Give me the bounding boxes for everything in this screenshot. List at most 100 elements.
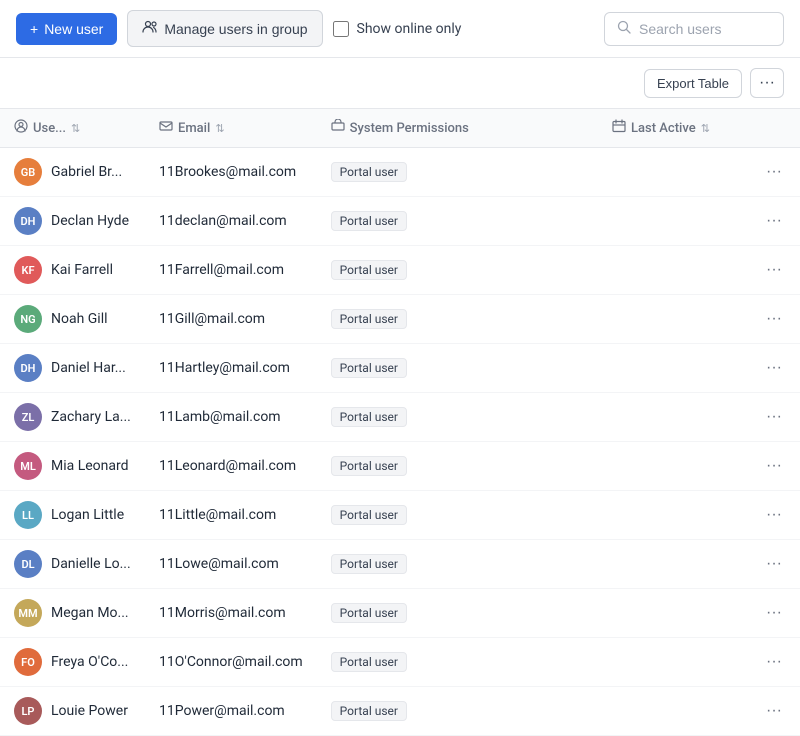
email-cell: 11Hartley@mail.com xyxy=(145,344,317,393)
col-permissions-label: System Permissions xyxy=(350,121,469,136)
email-cell: 11O'Connor@mail.com xyxy=(145,638,317,687)
email-cell: 11Little@mail.com xyxy=(145,491,317,540)
last-active-cell xyxy=(598,393,748,442)
permission-cell: Portal user xyxy=(317,589,598,638)
table-row: NG Noah Gill 11Gill@mail.com Portal user… xyxy=(0,295,800,344)
email-cell: 11Lamb@mail.com xyxy=(145,393,317,442)
new-user-label: New user xyxy=(44,21,103,37)
last-active-cell xyxy=(598,246,748,295)
avatar: ML xyxy=(14,452,42,480)
permission-badge: Portal user xyxy=(331,358,407,378)
manage-group-button[interactable]: Manage users in group xyxy=(127,10,322,47)
user-cell: LP Louie Power xyxy=(0,687,145,736)
user-name: Declan Hyde xyxy=(51,213,129,229)
actions-cell: ··· xyxy=(748,197,800,246)
table-row: MM Megan Mo... 11Morris@mail.com Portal … xyxy=(0,589,800,638)
avatar: LP xyxy=(14,697,42,725)
col-header-permissions[interactable]: System Permissions xyxy=(317,109,598,148)
new-user-button[interactable]: + New user xyxy=(16,13,117,45)
col-last-active-label: Last Active xyxy=(631,121,696,136)
user-cell: DH Declan Hyde xyxy=(0,197,145,246)
row-more-button[interactable]: ··· xyxy=(762,455,786,477)
col-header-user[interactable]: Use... ⇅ xyxy=(0,109,145,148)
user-cell: LL Logan Little xyxy=(0,491,145,540)
col-header-email[interactable]: Email ⇅ xyxy=(145,109,317,148)
permission-cell: Portal user xyxy=(317,197,598,246)
permission-cell: Portal user xyxy=(317,344,598,393)
permission-cell: Portal user xyxy=(317,246,598,295)
row-more-button[interactable]: ··· xyxy=(762,504,786,526)
permission-badge: Portal user xyxy=(331,652,407,672)
user-name: Noah Gill xyxy=(51,311,108,327)
permission-cell: Portal user xyxy=(317,638,598,687)
actions-cell: ··· xyxy=(748,393,800,442)
permission-cell: Portal user xyxy=(317,540,598,589)
user-name: Daniel Har... xyxy=(51,360,126,376)
user-cell: GB Gabriel Br... xyxy=(0,148,145,197)
row-more-button[interactable]: ··· xyxy=(762,700,786,722)
row-more-button[interactable]: ··· xyxy=(762,161,786,183)
permission-badge: Portal user xyxy=(331,211,407,231)
permission-badge: Portal user xyxy=(331,505,407,525)
table-row: LL Logan Little 11Little@mail.com Portal… xyxy=(0,491,800,540)
table-row: KF Kai Farrell 11Farrell@mail.com Portal… xyxy=(0,246,800,295)
export-table-button[interactable]: Export Table xyxy=(644,69,742,98)
actions-cell: ··· xyxy=(748,491,800,540)
user-cell: ZL Zachary La... xyxy=(0,393,145,442)
table-row: ZL Zachary La... 11Lamb@mail.com Portal … xyxy=(0,393,800,442)
row-more-button[interactable]: ··· xyxy=(762,651,786,673)
permission-cell: Portal user xyxy=(317,491,598,540)
permission-badge: Portal user xyxy=(331,554,407,574)
row-more-button[interactable]: ··· xyxy=(762,406,786,428)
email-cell: 11Gill@mail.com xyxy=(145,295,317,344)
permission-badge: Portal user xyxy=(331,407,407,427)
actions-cell: ··· xyxy=(748,344,800,393)
last-active-sort-icon: ⇅ xyxy=(701,122,710,135)
row-more-button[interactable]: ··· xyxy=(762,553,786,575)
avatar: MM xyxy=(14,599,42,627)
manage-group-label: Manage users in group xyxy=(164,21,307,37)
permission-badge: Portal user xyxy=(331,162,407,182)
user-sort-icon: ⇅ xyxy=(71,122,80,135)
user-name: Mia Leonard xyxy=(51,458,129,474)
more-options-button[interactable]: ··· xyxy=(750,68,784,98)
user-name: Louie Power xyxy=(51,703,128,719)
row-more-button[interactable]: ··· xyxy=(762,210,786,232)
row-more-button[interactable]: ··· xyxy=(762,357,786,379)
last-active-cell xyxy=(598,687,748,736)
last-active-cell xyxy=(598,344,748,393)
last-active-cell xyxy=(598,442,748,491)
user-cell: FO Freya O'Co... xyxy=(0,638,145,687)
permission-cell: Portal user xyxy=(317,687,598,736)
col-email-label: Email xyxy=(178,121,210,136)
show-online-checkbox[interactable] xyxy=(333,21,349,37)
user-group-icon xyxy=(142,19,158,38)
last-active-cell xyxy=(598,197,748,246)
user-name: Freya O'Co... xyxy=(51,654,128,670)
user-cell: DH Daniel Har... xyxy=(0,344,145,393)
avatar: DH xyxy=(14,354,42,382)
col-header-last-active[interactable]: Last Active ⇅ xyxy=(598,109,748,148)
permissions-icon xyxy=(331,119,345,137)
search-input[interactable] xyxy=(639,21,771,37)
avatar: NG xyxy=(14,305,42,333)
table-row: LP Louie Power 11Power@mail.com Portal u… xyxy=(0,687,800,736)
avatar: FO xyxy=(14,648,42,676)
user-cell: KF Kai Farrell xyxy=(0,246,145,295)
permission-badge: Portal user xyxy=(331,701,407,721)
table-row: GB Gabriel Br... 11Brookes@mail.com Port… xyxy=(0,148,800,197)
show-online-checkbox-label[interactable]: Show online only xyxy=(333,21,462,37)
user-cell: MM Megan Mo... xyxy=(0,589,145,638)
email-cell: 11Power@mail.com xyxy=(145,687,317,736)
email-cell: 11Farrell@mail.com xyxy=(145,246,317,295)
email-cell: 11Morris@mail.com xyxy=(145,589,317,638)
avatar: GB xyxy=(14,158,42,186)
table-row: ML Mia Leonard 11Leonard@mail.com Portal… xyxy=(0,442,800,491)
row-more-button[interactable]: ··· xyxy=(762,308,786,330)
row-more-button[interactable]: ··· xyxy=(762,259,786,281)
last-active-cell xyxy=(598,540,748,589)
row-more-button[interactable]: ··· xyxy=(762,602,786,624)
user-cell: NG Noah Gill xyxy=(0,295,145,344)
more-options-icon: ··· xyxy=(759,74,775,91)
avatar: KF xyxy=(14,256,42,284)
